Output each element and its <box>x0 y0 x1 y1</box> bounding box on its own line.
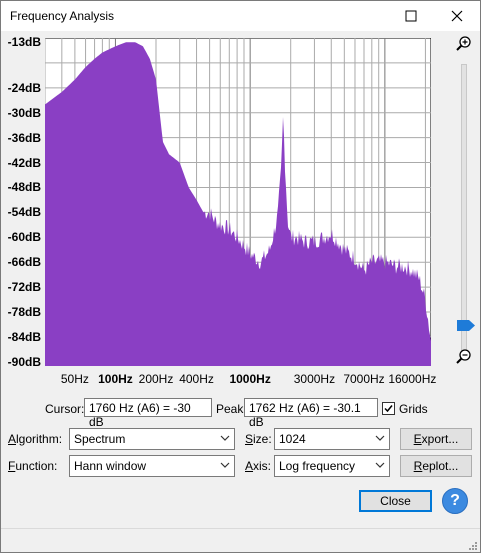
y-tick-label: -48dB <box>7 180 41 195</box>
x-tick-label: 400Hz <box>179 372 214 386</box>
x-tick-label: 200Hz <box>138 372 174 386</box>
size-label: Size: <box>245 432 272 446</box>
zoom-in-button[interactable] <box>455 35 473 56</box>
y-tick-label: -72dB <box>7 280 41 295</box>
y-tick-label: -36dB <box>7 130 41 145</box>
x-tick-label: 100Hz <box>98 372 133 386</box>
x-tick-label: 7000Hz <box>343 372 385 386</box>
grids-label: Grids <box>399 402 428 416</box>
close-button[interactable]: Close <box>359 490 432 512</box>
frequency-analysis-window: Frequency Analysis -13dB -24dB -30dB -36dB -… <box>0 0 481 553</box>
algorithm-value: Spectrum <box>74 432 126 446</box>
y-tick-label: -60dB <box>7 230 41 245</box>
status-bar <box>1 528 480 553</box>
maximize-button[interactable] <box>388 1 434 31</box>
algorithm-select[interactable]: Spectrum <box>69 428 235 450</box>
x-tick-label: 50Hz <box>60 372 89 386</box>
y-tick-label: -42dB <box>7 155 41 170</box>
cursor-label: Cursor: <box>45 402 85 416</box>
cursor-readout: 1760 Hz (A6) = -30 dB <box>84 398 212 429</box>
chevron-down-icon <box>374 431 386 448</box>
function-select[interactable]: Hann window <box>69 455 235 477</box>
export-button[interactable]: Export... <box>400 428 472 450</box>
y-tick-label: -84dB <box>7 329 41 344</box>
size-select[interactable]: 1024 <box>274 428 390 450</box>
title-bar: Frequency Analysis <box>1 1 480 31</box>
y-tick-label: -78dB <box>7 305 41 320</box>
size-value: 1024 <box>279 432 306 446</box>
axis-label: Axis: <box>245 459 272 473</box>
y-tick-label: -66dB <box>7 255 41 270</box>
chevron-down-icon <box>374 458 386 475</box>
axis-select[interactable]: Log frequency <box>274 455 390 477</box>
resize-grip-icon <box>469 542 477 550</box>
spectrum-plot[interactable] <box>45 38 431 366</box>
close-icon <box>451 10 463 22</box>
y-tick-label: -90dB <box>7 354 41 369</box>
help-button[interactable]: ? <box>442 488 468 514</box>
peak-readout: 1762 Hz (A6) = -30.1 dB <box>244 398 378 429</box>
y-tick-label: -54dB <box>7 205 41 220</box>
axis-value: Log frequency <box>279 459 356 473</box>
zoom-slider-thumb[interactable] <box>456 319 476 331</box>
zoom-in-icon <box>456 36 471 51</box>
algorithm-label: Algorithm: <box>8 432 63 446</box>
checkmark-icon <box>384 405 393 413</box>
replot-button[interactable]: Replot... <box>400 455 472 477</box>
zoom-slider-track[interactable] <box>461 64 467 354</box>
zoom-out-icon <box>456 349 471 364</box>
chevron-down-icon <box>219 431 231 448</box>
zoom-out-button[interactable] <box>455 348 473 369</box>
slider-thumb-icon <box>457 319 475 331</box>
chevron-down-icon <box>219 458 231 475</box>
x-tick-label: 16000Hz <box>388 372 437 386</box>
y-tick-label: -13dB <box>7 35 41 50</box>
window-title: Frequency Analysis <box>10 9 115 23</box>
y-tick-label: -24dB <box>7 80 41 95</box>
x-tick-label: 3000Hz <box>293 372 336 386</box>
close-window-button[interactable] <box>434 1 480 31</box>
peak-label: Peak: <box>216 402 247 416</box>
function-value: Hann window <box>74 459 147 473</box>
function-label: Function: <box>8 459 58 473</box>
grids-checkbox[interactable] <box>382 402 395 415</box>
maximize-icon <box>405 10 417 22</box>
x-tick-label: 1000Hz <box>229 372 271 386</box>
y-tick-label: -30dB <box>7 105 41 120</box>
